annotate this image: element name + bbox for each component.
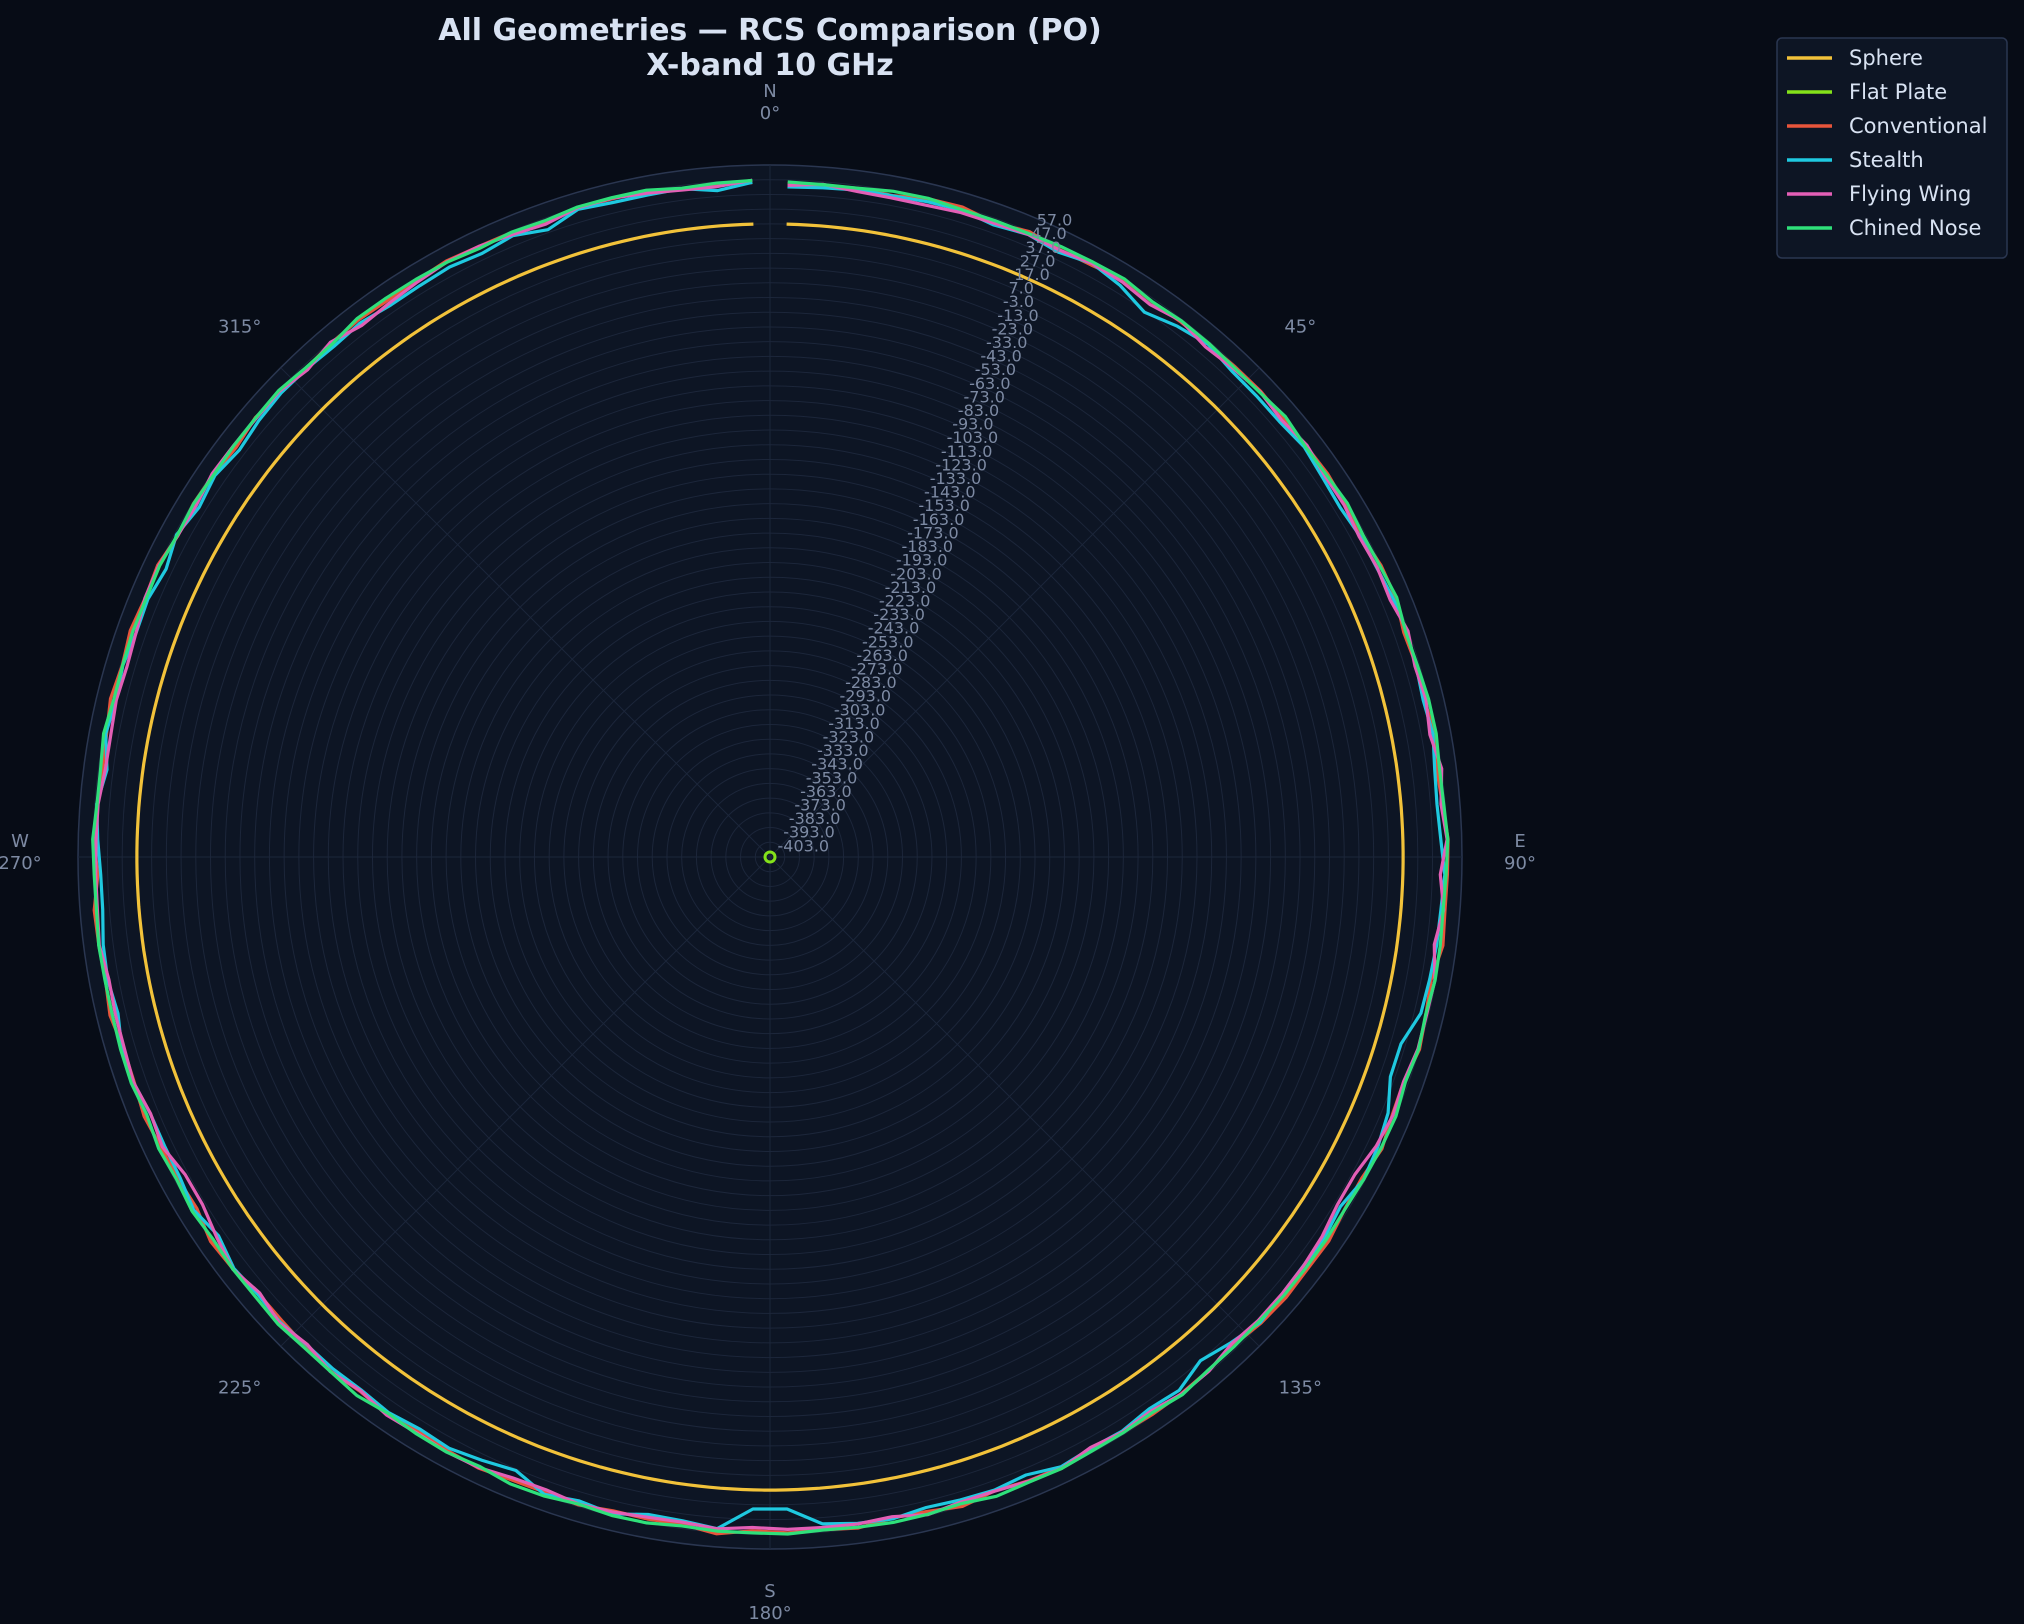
angle-tick-label: 180° [748, 1603, 791, 1624]
legend-label: Conventional [1849, 114, 1987, 138]
angle-tick-label: 315° [218, 317, 261, 338]
polar-plot-area: -403.0-393.0-383.0-373.0-363.0-353.0-343… [0, 81, 1536, 1624]
legend-label: Stealth [1849, 148, 1924, 172]
angle-tick-label: 270° [0, 853, 42, 874]
angle-dir-label: E [1514, 831, 1525, 852]
angular-grid [78, 165, 1462, 1549]
legend-label: Flying Wing [1849, 182, 1971, 206]
angle-dir-label: S [764, 1581, 775, 1602]
angle-tick-label: 45° [1284, 317, 1316, 338]
angle-tick-label: 0° [760, 103, 780, 124]
legend-label: Sphere [1849, 46, 1923, 70]
angle-tick-label: 225° [218, 1377, 261, 1398]
angle-tick-label: 135° [1279, 1377, 1322, 1398]
legend-label: Flat Plate [1849, 80, 1947, 104]
rcs-polar-chart: All Geometries — RCS Comparison (PO) X-b… [0, 13, 2008, 1624]
chart-subtitle: X-band 10 GHz [646, 48, 894, 83]
angle-dir-label: W [11, 831, 29, 852]
legend-label: Chined Nose [1849, 216, 1981, 240]
angle-tick-label: 90° [1504, 853, 1536, 874]
chart-title: All Geometries — RCS Comparison (PO) [438, 13, 1102, 48]
angle-dir-label: N [763, 81, 776, 102]
legend: Sphere Flat Plate Conventional Stealth Flyin… [1776, 37, 2008, 259]
radial-tick-label: 57.0 [1037, 211, 1073, 230]
